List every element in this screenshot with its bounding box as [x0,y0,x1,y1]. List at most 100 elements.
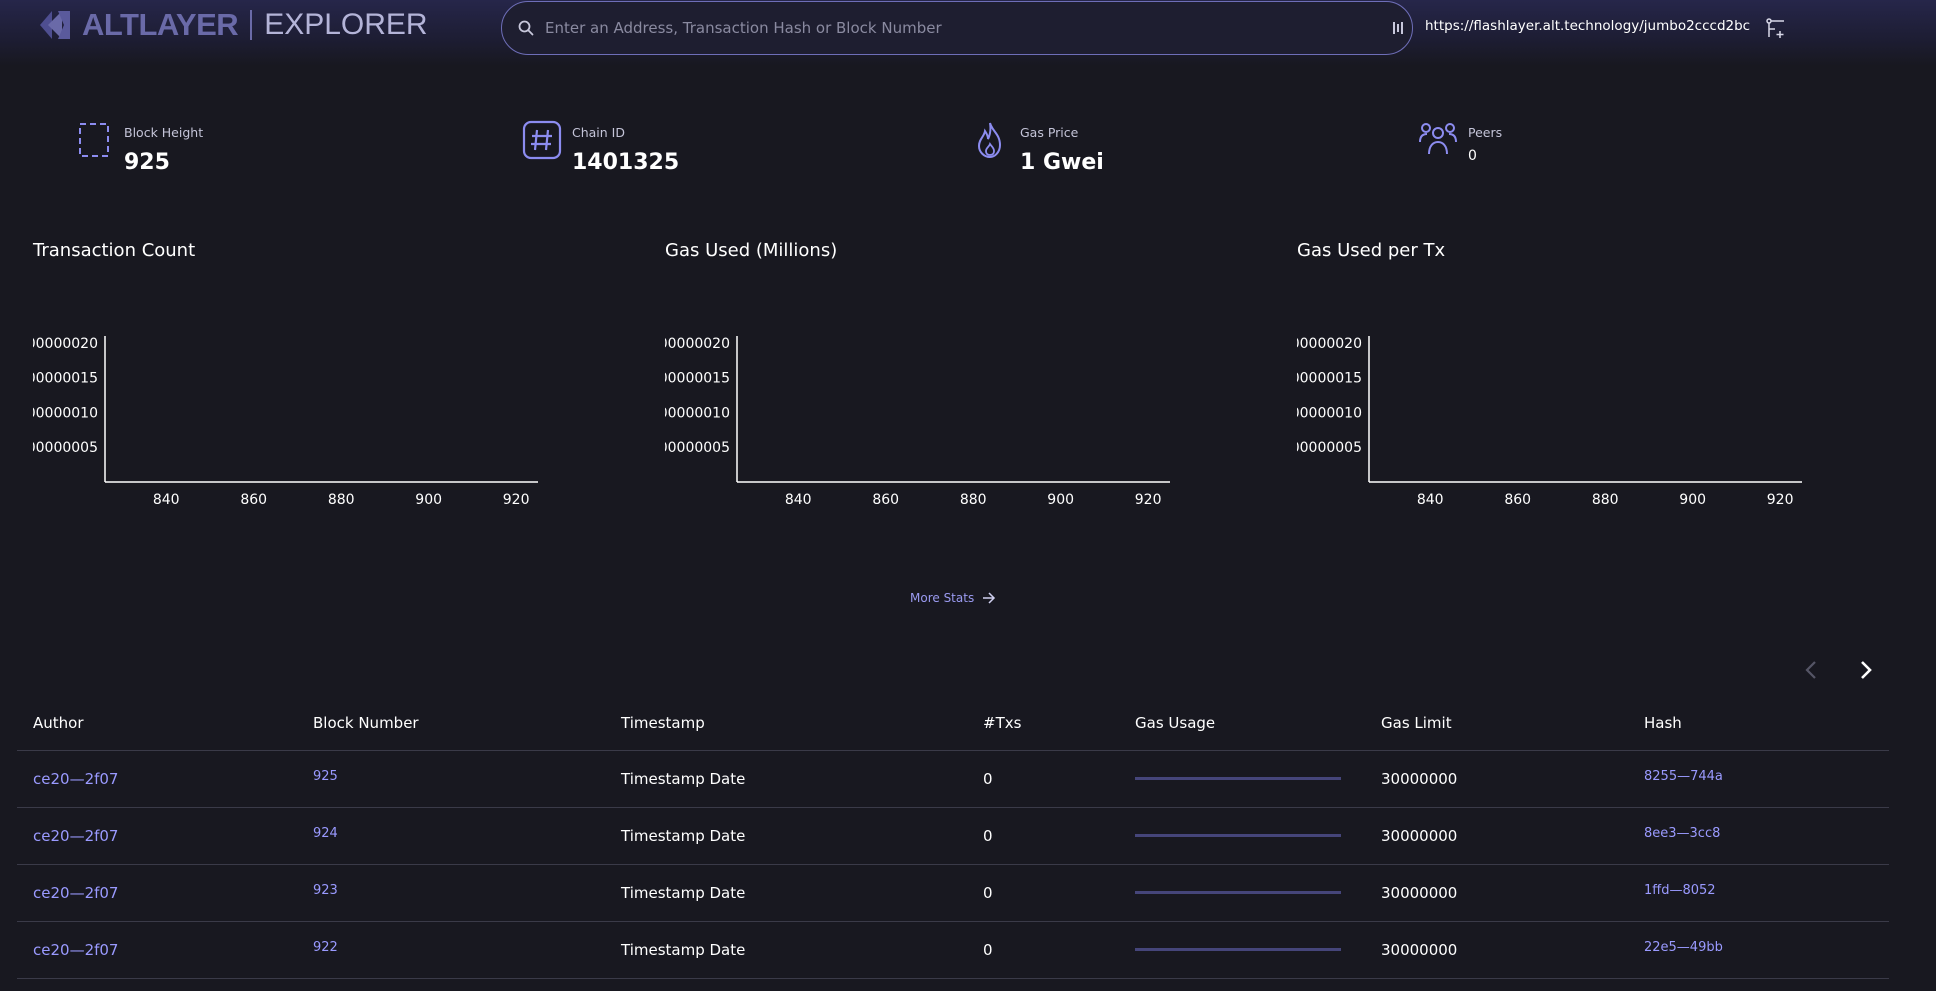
top-bar: ALTLAYER EXPLORER https://flashlayer.alt… [0,0,1936,66]
rpc-url[interactable]: https://flashlayer.alt.technology/jumbo2… [1425,18,1750,34]
arrow-right-icon [983,592,996,604]
stat-label: Peers [1468,125,1503,140]
block-number-link[interactable]: 923 [313,883,338,898]
x-tick-label: 900 [1047,492,1074,508]
author-link[interactable]: ce20—2f07 [33,770,118,788]
x-tick-label: 840 [785,492,812,508]
hash-link[interactable]: 8ee3—3cc8 [1644,826,1720,841]
more-stats-link[interactable]: More Stats [910,591,996,605]
chart-title: Gas Used (Millions) [665,240,838,261]
flame-icon [977,122,1002,159]
gas-used-chart: 0.000000005 0.000000010 0.000000015 0.00000… [665,336,1170,508]
stat-label: Gas Price [1020,125,1079,140]
gas-usage-bar [1135,948,1341,951]
search-bar [501,1,1413,55]
previous-page-icon[interactable] [1800,658,1824,682]
author-link[interactable]: ce20—2f07 [33,941,118,959]
gas-used-per-tx-chart: 0.000000005 0.000000010 0.000000015 0.00000… [1297,336,1802,508]
search-icon [518,20,534,36]
tx-count: 0 [983,884,993,902]
gas-usage-bar [1135,777,1341,780]
timestamp: Timestamp Date [621,941,746,959]
gas-limit: 30000000 [1381,941,1458,959]
logo-divider [250,10,253,40]
x-tick-label: 840 [1417,492,1444,508]
next-page-icon[interactable] [1853,658,1877,682]
square-icon [79,123,109,157]
author-link[interactable]: ce20—2f07 [33,827,118,845]
gas-limit: 30000000 [1381,827,1458,845]
y-tick-label: 0.000000020 [33,336,98,352]
x-tick-label: 900 [415,492,442,508]
column-header: Hash [1644,714,1682,732]
stat-value: 925 [124,150,170,175]
x-tick-label: 840 [153,492,180,508]
x-tick-label: 860 [1504,492,1531,508]
x-tick-label: 860 [240,492,267,508]
tx-count: 0 [983,941,993,959]
x-tick-label: 920 [1767,492,1794,508]
stat-label: Block Height [124,125,204,140]
block-number-link[interactable]: 922 [313,940,338,955]
y-tick-label: 0.000000010 [665,405,730,421]
timestamp: Timestamp Date [621,770,746,788]
x-tick-label: 860 [872,492,899,508]
blocks-table: Author Block Number Timestamp #Txs Gas U… [17,703,1889,979]
altlayer-logo[interactable]: ALTLAYER EXPLORER [38,7,428,42]
hash-link[interactable]: 8255—744a [1644,769,1723,784]
column-header: #Txs [983,714,1022,732]
y-tick-label: 0.000000015 [665,371,730,387]
table-header: Author Block Number Timestamp #Txs Gas U… [17,703,1889,751]
table-row: ce20—2f07 923 Timestamp Date 0 30000000 … [17,865,1889,922]
search-input[interactable] [545,19,1392,37]
column-header: Timestamp [621,714,705,732]
y-tick-label: 0.000000020 [1297,336,1362,352]
stat-value: 1401325 [572,150,680,175]
timestamp: Timestamp Date [621,827,746,845]
y-tick-label: 0.000000005 [665,440,730,456]
stat-label: Chain ID [572,125,625,140]
column-header: Block Number [313,714,419,732]
table-row: ce20—2f07 924 Timestamp Date 0 30000000 … [17,808,1889,865]
stat-value: 1 Gwei [1020,150,1104,175]
tx-count: 0 [983,827,993,845]
stat-value: 0 [1468,148,1477,164]
gas-limit: 30000000 [1381,884,1458,902]
y-tick-label: 0.000000015 [33,371,98,387]
hash-link[interactable]: 1ffd—8052 [1644,883,1716,898]
gas-limit: 30000000 [1381,770,1458,788]
hash-icon [522,120,562,160]
author-link[interactable]: ce20—2f07 [33,884,118,902]
chart-title: Gas Used per Tx [1297,240,1446,261]
y-tick-label: 0.000000020 [665,336,730,352]
gas-usage-bar [1135,834,1341,837]
more-stats-label: More Stats [910,591,975,605]
tx-count: 0 [983,770,993,788]
x-tick-label: 880 [328,492,355,508]
x-tick-label: 880 [960,492,987,508]
scan-icon[interactable] [1392,19,1406,37]
x-tick-label: 880 [1592,492,1619,508]
users-icon [1419,123,1457,155]
column-header: Gas Limit [1381,714,1452,732]
table-row: ce20—2f07 925 Timestamp Date 0 30000000 … [17,751,1889,808]
block-number-link[interactable]: 924 [313,826,338,841]
logo-explorer-text: EXPLORER [264,8,428,41]
network-settings-icon[interactable] [1764,17,1788,41]
column-header: Gas Usage [1135,714,1216,732]
y-tick-label: 0.000000005 [33,440,98,456]
y-tick-label: 0.000000010 [1297,405,1362,421]
y-tick-label: 0.000000010 [33,405,98,421]
y-tick-label: 0.000000015 [1297,371,1362,387]
column-header: Author [33,714,84,732]
y-tick-label: 0.000000005 [1297,440,1362,456]
logo-text: ALTLAYER [82,7,239,42]
timestamp: Timestamp Date [621,884,746,902]
transaction-count-chart: 0.000000005 0.000000010 0.000000015 0.00000… [33,336,538,508]
hash-link[interactable]: 22e5—49bb [1644,940,1723,955]
chart-title: Transaction Count [33,240,196,261]
block-number-link[interactable]: 925 [313,769,338,784]
gas-usage-bar [1135,891,1341,894]
x-tick-label: 900 [1679,492,1706,508]
table-row: ce20—2f07 922 Timestamp Date 0 30000000 … [17,922,1889,979]
